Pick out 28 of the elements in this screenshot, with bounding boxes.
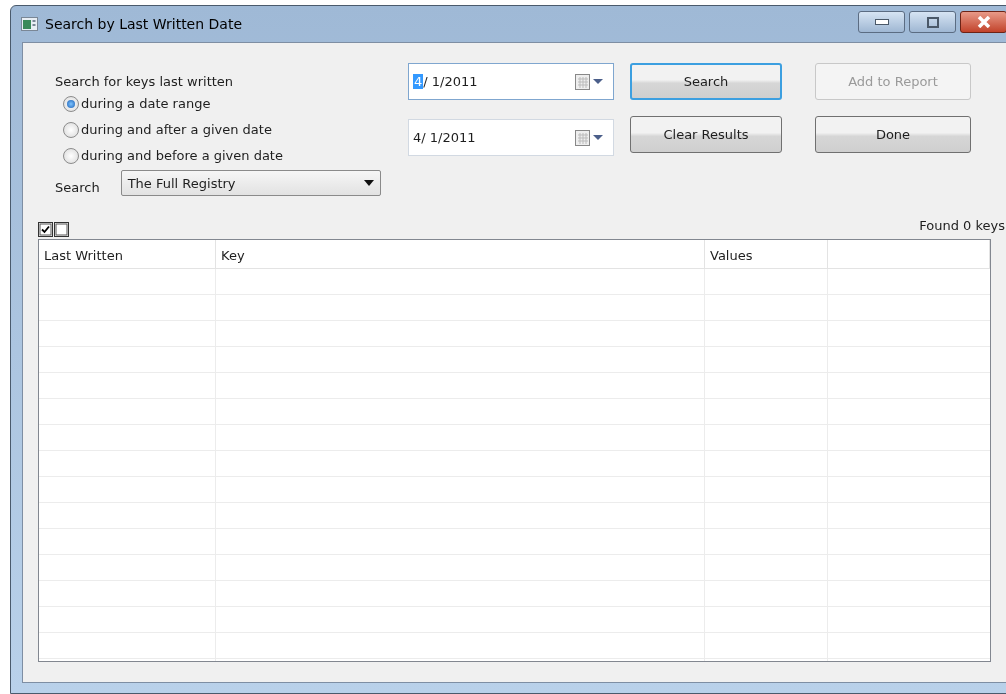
- maximize-icon: [926, 16, 939, 28]
- action-button[interactable]: Done: [815, 116, 971, 153]
- radio-button[interactable]: [63, 96, 79, 112]
- radio-option[interactable]: during and before a given date: [63, 143, 400, 169]
- radio-button[interactable]: [63, 122, 79, 138]
- uncheck-all-icon[interactable]: [54, 222, 69, 237]
- app-icon: [21, 17, 38, 31]
- radio-option[interactable]: during and after a given date: [63, 117, 400, 143]
- search-options-label: Search for keys last written: [55, 73, 235, 91]
- date-picker-field[interactable]: 4/ 1/2011: [408, 119, 614, 156]
- window-title: Search by Last Written Date: [45, 16, 244, 32]
- radio-option[interactable]: during a date range: [63, 91, 400, 117]
- dropdown-arrow-icon: [363, 180, 374, 186]
- search-label: Search: [55, 179, 100, 197]
- results-count: Found 0 keys: [919, 218, 1005, 233]
- date-picker-field[interactable]: 4/ 1/2011: [408, 63, 614, 100]
- calendar-dropdown-icon: [575, 73, 605, 90]
- check-all-icon[interactable]: [38, 222, 53, 237]
- action-button[interactable]: Search: [630, 63, 782, 100]
- radio-button[interactable]: [63, 148, 79, 164]
- maximize-button[interactable]: [909, 11, 956, 33]
- scope-dropdown[interactable]: The Full Registry: [120, 170, 381, 196]
- action-button[interactable]: Clear Results: [630, 116, 782, 153]
- close-button[interactable]: [960, 11, 1006, 33]
- minimize-icon: [874, 19, 889, 25]
- close-icon: [976, 16, 991, 28]
- calendar-dropdown-icon: [575, 129, 605, 146]
- minimize-button[interactable]: [858, 11, 905, 33]
